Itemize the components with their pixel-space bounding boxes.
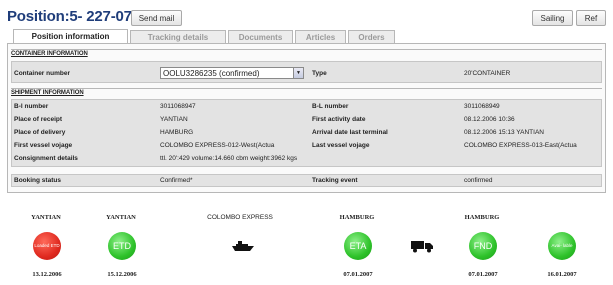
tracking-event-label: Tracking event (312, 177, 358, 184)
ship-icon (232, 241, 254, 251)
bl-number-label: B-l number (14, 103, 49, 110)
send-mail-button[interactable]: Send mail (131, 10, 182, 26)
arrival-last-terminal-label: Arrival date last terminal (312, 129, 388, 136)
container-number-select[interactable]: OOLU3286235 (confirmed) ▼ (160, 67, 304, 79)
fnd-status-circle: FND (469, 232, 497, 260)
first-activity-value: 08.12.2006 10:36 (464, 116, 515, 123)
first-vessel-value: COLOMBO EXPRESS-012-West(Actua (160, 142, 275, 149)
timeline-location-4: HAMBURG (464, 214, 500, 221)
place-of-receipt-label: Place of receipt (14, 116, 63, 123)
eta-label: ETA (349, 240, 367, 251)
last-vessel-value: COLOMBO EXPRESS-013-East(Actua (464, 142, 577, 149)
consignment-details-label: Consignment details (14, 155, 78, 162)
container-information-box (11, 61, 602, 83)
booking-status-value: Confirmed* (160, 177, 193, 184)
timeline-vessel-name: COLOMBO EXPRESS (207, 214, 273, 221)
consignment-details-value: ttl. 20':429 volume:14.660 cbm weight:39… (160, 155, 298, 162)
available-label: Avai- lable (551, 242, 573, 248)
page-title: Position:5- 227-07 (7, 8, 132, 25)
tab-articles[interactable]: Articles (295, 30, 346, 43)
eta-status-circle: ETA (344, 232, 372, 260)
ref-button[interactable]: Ref (576, 10, 606, 26)
timeline-date-3: 07.01.2007 (343, 271, 373, 278)
bl-number-value: 3011068947 (160, 103, 196, 110)
container-information-heading: CONTAINER INFORMATION (11, 49, 602, 57)
etd-status-circle: ETD (108, 232, 136, 260)
etd-label: ETD (113, 240, 131, 251)
tracking-event-value: confirmed (464, 177, 493, 184)
place-of-delivery-value: HAMBURG (160, 129, 194, 136)
container-number-label: Container number (14, 70, 70, 77)
shipment-information-heading: SHIPMENT INFORMATION (11, 88, 602, 96)
loaded-etd-status-circle: Loaded ETD (33, 232, 61, 260)
timeline-date-1: 13.12.2006 (32, 271, 62, 278)
timeline-date-4: 07.01.2007 (468, 271, 498, 278)
booking-status-label: Booking status (14, 177, 61, 184)
status-box (11, 174, 602, 187)
loaded-etd-label: Loaded ETD (34, 242, 60, 248)
place-of-delivery-label: Place of delivery (14, 129, 66, 136)
sailing-button[interactable]: Sailing (532, 10, 573, 26)
chevron-down-icon[interactable]: ▼ (293, 68, 303, 78)
position-information-panel: CONTAINER INFORMATION Container number O… (7, 43, 606, 193)
tab-orders[interactable]: Orders (348, 30, 395, 43)
timeline-date-2: 15.12.2006 (107, 271, 137, 278)
type-label: Type (312, 70, 327, 77)
tab-documents[interactable]: Documents (228, 30, 293, 43)
timeline-date-5: 16.01.2007 (547, 271, 577, 278)
last-vessel-label: Last vessel vojage (312, 142, 370, 149)
tab-tracking-details[interactable]: Tracking details (130, 30, 226, 43)
fnd-label: FND (473, 240, 493, 251)
timeline-location-1: YANTIAN (31, 214, 61, 221)
container-number-value: OOLU3286235 (confirmed) (163, 68, 260, 78)
truck-icon (411, 241, 433, 253)
tab-bar: Position information Tracking details Do… (13, 29, 397, 43)
arrival-last-terminal-value: 08.12.2006 15:13 YANTIAN (464, 129, 544, 136)
timeline-location-2: YANTIAN (106, 214, 136, 221)
type-value: 20'CONTAINER (464, 70, 511, 77)
first-activity-label: First activity date (312, 116, 366, 123)
place-of-receipt-value: YANTIAN (160, 116, 188, 123)
bl-number2-value: 3011068949 (464, 103, 500, 110)
bl-number2-label: B-L number (312, 103, 349, 110)
first-vessel-label: First vessel vojage (14, 142, 73, 149)
timeline-location-3: HAMBURG (339, 214, 375, 221)
available-status-circle: Avai- lable (548, 232, 576, 260)
tab-position-information[interactable]: Position information (13, 29, 128, 43)
